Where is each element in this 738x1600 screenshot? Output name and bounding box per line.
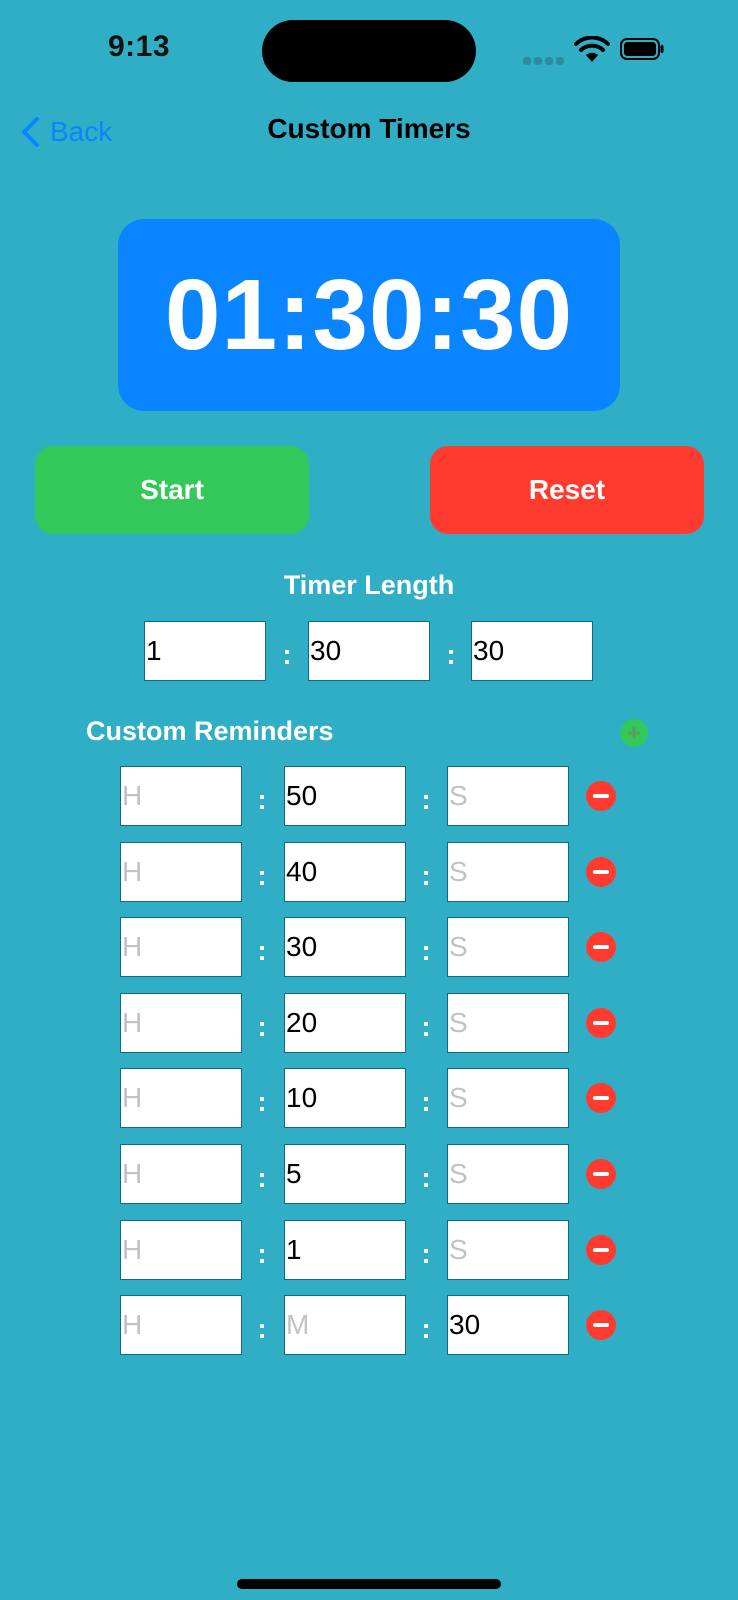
remove-reminder-button[interactable] <box>586 1235 616 1265</box>
reminder-minutes-input[interactable]: 30 <box>284 917 406 977</box>
colon-separator: : <box>257 1313 267 1344</box>
reminder-hours-input[interactable]: H <box>120 993 242 1053</box>
reminder-minutes-input[interactable]: 20 <box>284 993 406 1053</box>
reminder-seconds-input[interactable]: 30 <box>447 1295 569 1355</box>
start-button[interactable]: Start <box>35 446 309 534</box>
colon-separator: : <box>257 1162 267 1193</box>
battery-icon <box>620 38 664 60</box>
colon-separator: : <box>421 1086 431 1117</box>
reminder-hours-input[interactable]: H <box>120 1068 242 1128</box>
add-reminder-button[interactable] <box>620 719 648 747</box>
reminder-seconds-input[interactable]: S <box>447 993 569 1053</box>
colon-separator: : <box>257 1011 267 1042</box>
reminder-hours-input[interactable]: H <box>120 842 242 902</box>
home-indicator <box>237 1579 501 1589</box>
remove-reminder-button[interactable] <box>586 932 616 962</box>
reminder-hours-input[interactable]: H <box>120 917 242 977</box>
add-circle-icon <box>628 727 640 739</box>
page-title: Custom Timers <box>267 113 471 144</box>
colon-separator: : <box>421 860 431 891</box>
reminder-hours-input[interactable]: H <box>120 1295 242 1355</box>
colon-separator: : <box>421 935 431 966</box>
remove-reminder-button[interactable] <box>586 1159 616 1189</box>
colon-separator: : <box>421 1238 431 1269</box>
reminder-minutes-input[interactable]: 10 <box>284 1068 406 1128</box>
remove-reminder-button[interactable] <box>586 1310 616 1340</box>
remove-reminder-button[interactable] <box>586 1008 616 1038</box>
colon-separator: : <box>421 1162 431 1193</box>
colon-separator: : <box>282 639 292 670</box>
colon-separator: : <box>446 639 456 670</box>
remove-reminder-button[interactable] <box>586 857 616 887</box>
reminder-hours-input[interactable]: H <box>120 1144 242 1204</box>
wifi-icon <box>574 35 610 64</box>
colon-separator: : <box>421 1313 431 1344</box>
reminder-seconds-input[interactable]: S <box>447 1068 569 1128</box>
signal-icon <box>523 52 569 65</box>
reminder-hours-input[interactable]: H <box>120 1220 242 1280</box>
reminder-minutes-input[interactable]: 1 <box>284 1220 406 1280</box>
colon-separator: : <box>421 1011 431 1042</box>
reminder-minutes-input[interactable]: M <box>284 1295 406 1355</box>
reset-button[interactable]: Reset <box>430 446 704 534</box>
timer-length-title: Timer Length <box>283 570 455 600</box>
reminder-seconds-input[interactable]: S <box>447 1144 569 1204</box>
remove-reminder-button[interactable] <box>586 781 616 811</box>
custom-reminders-title: Custom Reminders <box>86 716 334 746</box>
reminder-seconds-input[interactable]: S <box>447 842 569 902</box>
colon-separator: : <box>257 1238 267 1269</box>
dynamic-island <box>262 20 476 82</box>
timer-display-text: 01:30:30 <box>164 258 574 371</box>
timer-hours-input[interactable]: 1 <box>144 621 266 681</box>
reminder-minutes-input[interactable]: 50 <box>284 766 406 826</box>
timer-display: 01:30:30 <box>118 219 620 411</box>
colon-separator: : <box>257 860 267 891</box>
reminder-seconds-input[interactable]: S <box>447 917 569 977</box>
reminder-minutes-input[interactable]: 40 <box>284 842 406 902</box>
reminder-seconds-input[interactable]: S <box>447 1220 569 1280</box>
colon-separator: : <box>257 935 267 966</box>
reminder-hours-input[interactable]: H <box>120 766 242 826</box>
colon-separator: : <box>421 784 431 815</box>
reminder-minutes-input[interactable]: 5 <box>284 1144 406 1204</box>
remove-reminder-button[interactable] <box>586 1083 616 1113</box>
timer-seconds-input[interactable]: 30 <box>471 621 593 681</box>
reminder-seconds-input[interactable]: S <box>447 766 569 826</box>
status-time: 9:13 <box>108 30 171 63</box>
colon-separator: : <box>257 784 267 815</box>
colon-separator: : <box>257 1086 267 1117</box>
timer-minutes-input[interactable]: 30 <box>308 621 430 681</box>
